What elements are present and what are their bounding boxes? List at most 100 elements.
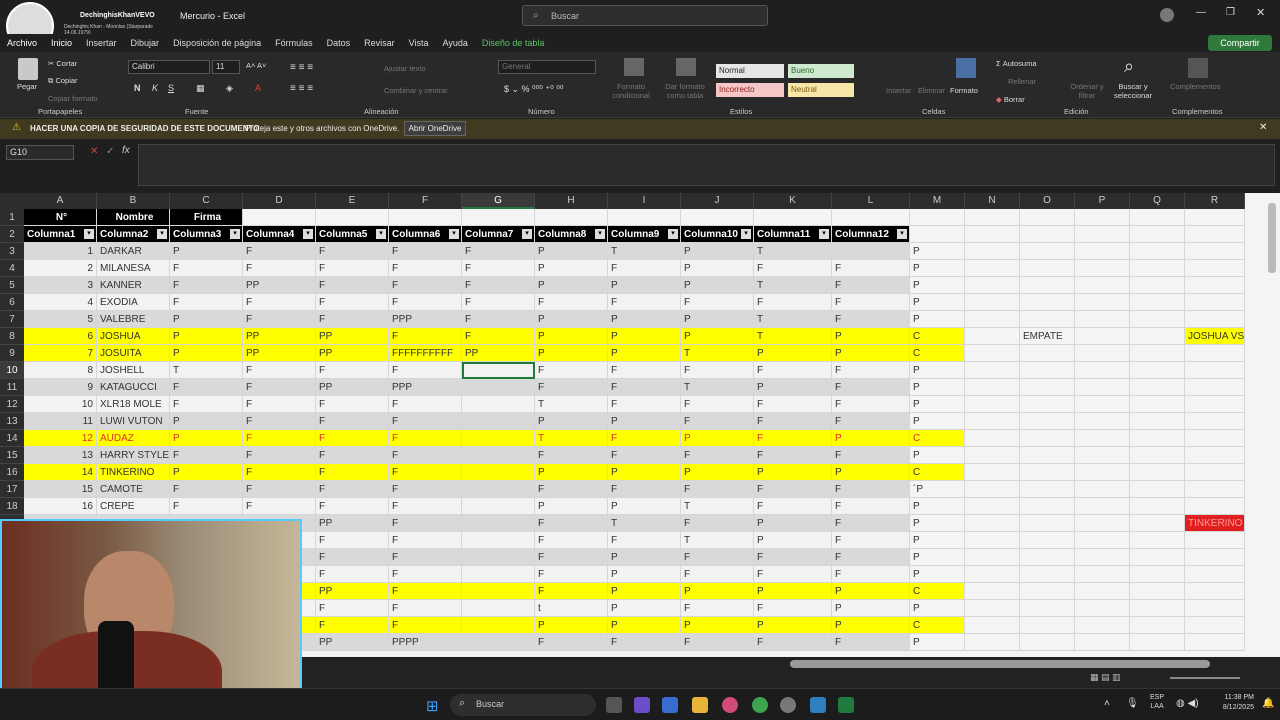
value-cell[interactable]: F bbox=[389, 583, 462, 600]
value-cell[interactable]: PP bbox=[316, 379, 389, 396]
column-header-i[interactable]: I bbox=[608, 193, 681, 209]
empty-cell[interactable] bbox=[1020, 430, 1075, 447]
row-number-cell[interactable]: 13 bbox=[24, 447, 97, 464]
style-bad[interactable]: Incorrecto bbox=[716, 83, 784, 97]
paste-button[interactable]: Pegar bbox=[17, 82, 37, 91]
value-cell[interactable]: T bbox=[608, 243, 681, 260]
style-good[interactable]: Bueno bbox=[788, 64, 854, 78]
empty-cell[interactable] bbox=[1185, 396, 1245, 413]
empty-cell[interactable] bbox=[1185, 617, 1245, 634]
empty-cell[interactable] bbox=[965, 311, 1020, 328]
empty-cell[interactable] bbox=[1130, 396, 1185, 413]
value-cell[interactable]: F bbox=[754, 413, 832, 430]
empty-cell[interactable] bbox=[1185, 481, 1245, 498]
value-cell[interactable]: F bbox=[462, 328, 535, 345]
underline-button[interactable]: S bbox=[168, 83, 174, 93]
media-player-icon[interactable] bbox=[722, 697, 738, 713]
empty-cell[interactable] bbox=[1130, 294, 1185, 311]
empty-cell[interactable] bbox=[243, 209, 316, 226]
empty-cell[interactable] bbox=[1020, 583, 1075, 600]
value-cell[interactable]: F bbox=[389, 447, 462, 464]
value-cell[interactable]: F bbox=[754, 396, 832, 413]
value-cell[interactable]: P bbox=[681, 464, 754, 481]
row-number-cell[interactable]: 9 bbox=[24, 379, 97, 396]
result-cell[interactable]: P bbox=[910, 362, 965, 379]
value-cell[interactable]: P bbox=[754, 515, 832, 532]
empty-cell[interactable] bbox=[316, 209, 389, 226]
empty-cell[interactable] bbox=[965, 430, 1020, 447]
table-header-cell[interactable]: Columna7 ▾ bbox=[462, 226, 535, 243]
chrome-icon[interactable] bbox=[752, 697, 768, 713]
value-cell[interactable]: F bbox=[389, 464, 462, 481]
cut-button[interactable]: ✂ Cortar bbox=[48, 59, 77, 68]
close-notice-icon[interactable]: ✕ bbox=[1259, 122, 1267, 133]
row-header-12[interactable]: 12 bbox=[0, 396, 24, 413]
value-cell[interactable]: F bbox=[316, 566, 389, 583]
empty-cell[interactable] bbox=[965, 532, 1020, 549]
value-cell[interactable]: F bbox=[608, 532, 681, 549]
empty-cell[interactable] bbox=[1185, 600, 1245, 617]
name-cell[interactable]: AUDAZ bbox=[97, 430, 170, 447]
empty-cell[interactable] bbox=[1020, 600, 1075, 617]
empty-cell[interactable] bbox=[1130, 345, 1185, 362]
value-cell[interactable]: F bbox=[170, 379, 243, 396]
value-cell[interactable]: F bbox=[316, 362, 389, 379]
row-number-cell[interactable]: 8 bbox=[24, 362, 97, 379]
value-cell[interactable]: F bbox=[243, 260, 316, 277]
italic-button[interactable]: K bbox=[152, 83, 158, 93]
column-header-e[interactable]: E bbox=[316, 193, 389, 209]
row-header-3[interactable]: 3 bbox=[0, 243, 24, 260]
value-cell[interactable]: F bbox=[535, 532, 608, 549]
row-header-1[interactable]: 1 bbox=[0, 209, 24, 226]
value-cell[interactable]: F bbox=[389, 515, 462, 532]
empty-cell[interactable] bbox=[832, 209, 910, 226]
value-cell[interactable] bbox=[462, 634, 535, 651]
value-cell[interactable]: F bbox=[316, 396, 389, 413]
value-cell[interactable]: PP bbox=[316, 515, 389, 532]
result-cell[interactable]: C bbox=[910, 430, 965, 447]
value-cell[interactable]: T bbox=[754, 277, 832, 294]
value-cell[interactable]: F bbox=[608, 430, 681, 447]
value-cell[interactable]: F bbox=[462, 243, 535, 260]
close-icon[interactable]: ✕ bbox=[1256, 6, 1265, 19]
column-header-o[interactable]: O bbox=[1020, 193, 1075, 209]
empty-cell[interactable] bbox=[1020, 396, 1075, 413]
column-header-d[interactable]: D bbox=[243, 193, 316, 209]
value-cell[interactable]: F bbox=[389, 243, 462, 260]
cancel-icon[interactable]: ✕ bbox=[90, 146, 98, 157]
row-number-cell[interactable]: 15 bbox=[24, 481, 97, 498]
value-cell[interactable]: T bbox=[754, 328, 832, 345]
selected-cell[interactable] bbox=[462, 362, 535, 379]
empty-cell[interactable] bbox=[1075, 379, 1130, 396]
vertical-scrollbar[interactable] bbox=[1268, 203, 1276, 273]
empty-cell[interactable] bbox=[1130, 634, 1185, 651]
empty-cell[interactable] bbox=[965, 583, 1020, 600]
value-cell[interactable]: T bbox=[535, 396, 608, 413]
tab-vista[interactable]: Vista bbox=[402, 34, 436, 52]
value-cell[interactable]: F bbox=[316, 447, 389, 464]
empty-cell[interactable] bbox=[1020, 447, 1075, 464]
empty-cell[interactable] bbox=[1185, 532, 1245, 549]
value-cell[interactable] bbox=[462, 549, 535, 566]
empty-cell[interactable] bbox=[1130, 413, 1185, 430]
column-header-n[interactable]: N bbox=[965, 193, 1020, 209]
value-cell[interactable]: F bbox=[389, 413, 462, 430]
empty-cell[interactable] bbox=[1020, 464, 1075, 481]
result-cell[interactable]: P bbox=[910, 294, 965, 311]
value-cell[interactable] bbox=[462, 600, 535, 617]
format-as-table-button[interactable]: Dar formato como tabla bbox=[660, 82, 710, 100]
borders-icon[interactable]: ▦ bbox=[196, 83, 205, 94]
name-cell[interactable]: JOSHUA bbox=[97, 328, 170, 345]
empty-cell[interactable] bbox=[1020, 260, 1075, 277]
empty-cell[interactable] bbox=[965, 294, 1020, 311]
name-box[interactable]: G10 bbox=[6, 145, 74, 160]
result-cell[interactable]: P bbox=[910, 634, 965, 651]
enter-icon[interactable]: ✓ bbox=[106, 146, 114, 157]
value-cell[interactable]: F bbox=[389, 260, 462, 277]
empty-cell[interactable] bbox=[1020, 226, 1075, 243]
value-cell[interactable]: F bbox=[389, 430, 462, 447]
name-cell[interactable]: EXODIA bbox=[97, 294, 170, 311]
empty-cell[interactable] bbox=[965, 396, 1020, 413]
empty-cell[interactable] bbox=[1020, 379, 1075, 396]
empty-cell[interactable] bbox=[1130, 447, 1185, 464]
